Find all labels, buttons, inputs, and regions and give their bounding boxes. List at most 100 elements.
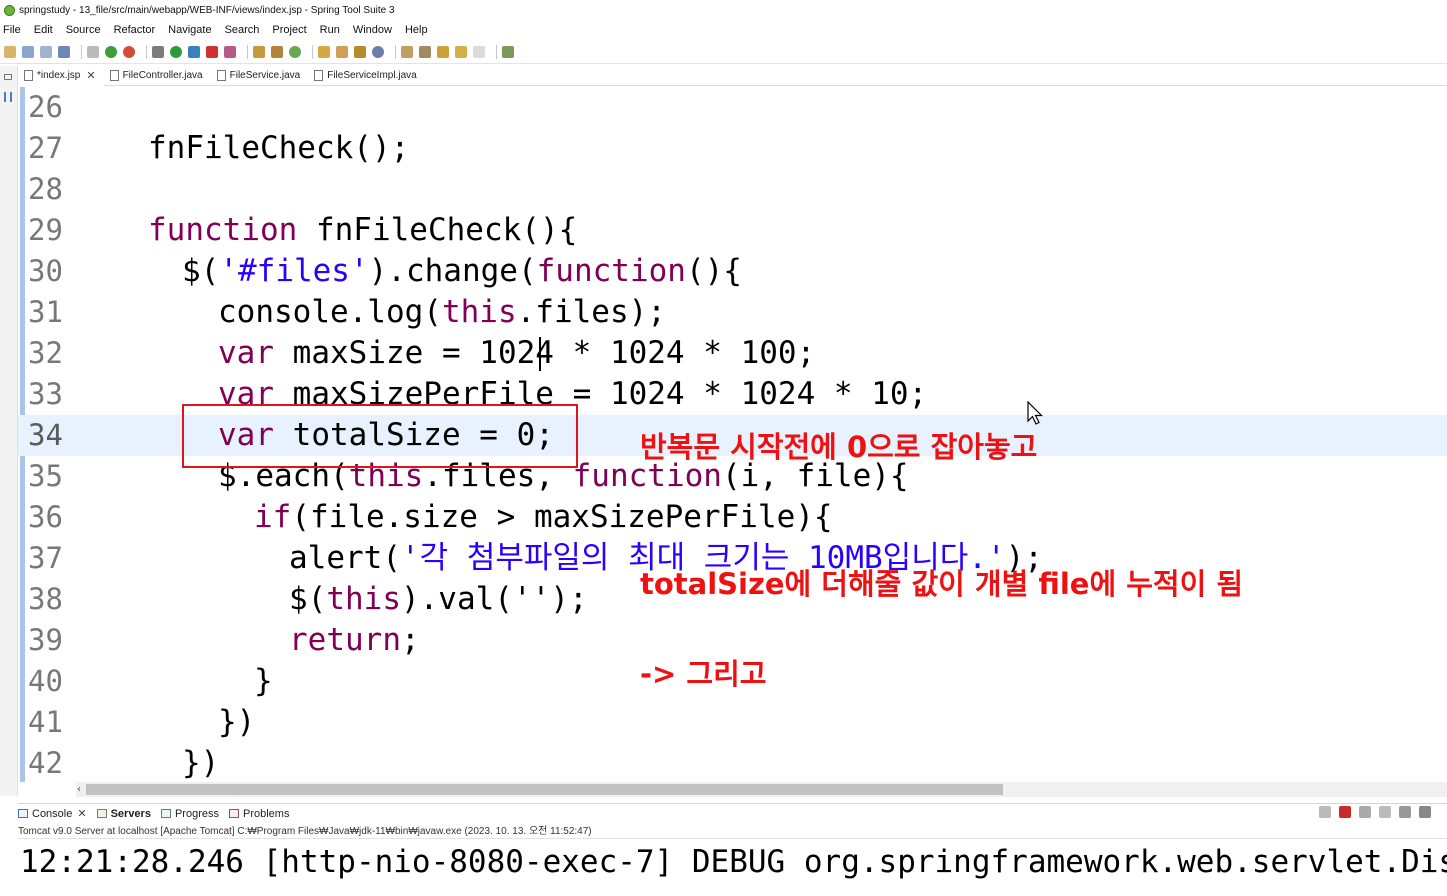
main-toolbar: [0, 40, 1447, 64]
run-icon[interactable]: [170, 45, 182, 58]
line-number: 42: [28, 746, 63, 780]
window-title: springstudy - 13_file/src/main/webapp/WE…: [19, 5, 395, 16]
line-number: 40: [28, 664, 63, 698]
toolbar-separator: [146, 44, 147, 59]
highlight-box: [182, 404, 578, 468]
new-spring-icon[interactable]: [289, 45, 301, 58]
tab-index-jsp[interactable]: *index.jsp ✕: [18, 65, 104, 86]
tab-label: Servers: [110, 807, 151, 820]
tab-fileservice-java[interactable]: FileService.java: [211, 66, 309, 86]
package-explorer-icon[interactable]: [4, 92, 12, 102]
back-icon[interactable]: [455, 45, 467, 58]
tab-label: Problems: [242, 807, 290, 820]
code-text: if(file.size > maxSizePerFile){: [254, 499, 833, 535]
code-text: return;: [289, 622, 420, 658]
annotation-note-3: -> 그리고: [640, 657, 767, 691]
pin-editor-icon[interactable]: [502, 45, 514, 58]
line-number: 36: [28, 500, 63, 534]
restart-server-icon[interactable]: [123, 45, 135, 58]
menu-project[interactable]: Project: [272, 24, 306, 36]
globe-icon[interactable]: [372, 45, 384, 58]
debug-icon[interactable]: [152, 45, 164, 58]
new-icon[interactable]: [4, 45, 16, 58]
forward-icon[interactable]: [473, 45, 485, 58]
spring-app-icon: [4, 5, 15, 16]
menu-navigate[interactable]: Navigate: [168, 24, 211, 36]
tab-console[interactable]: Console ✕: [18, 807, 87, 820]
tab-servers[interactable]: Servers: [96, 807, 151, 820]
menu-search[interactable]: Search: [225, 24, 260, 36]
line-number: 39: [28, 623, 63, 657]
open-task-icon[interactable]: [336, 45, 348, 58]
menu-file[interactable]: File: [3, 24, 21, 36]
remove-launch-icon[interactable]: [1359, 806, 1371, 818]
text-caret: [539, 337, 541, 371]
code-text: $('#files').change(function(){: [182, 253, 742, 289]
last-edit-icon[interactable]: [437, 45, 449, 58]
line-number: 31: [28, 295, 63, 329]
title-bar: springstudy - 13_file/src/main/webapp/WE…: [0, 0, 1447, 21]
restore-icon[interactable]: [4, 74, 12, 80]
new-package-icon[interactable]: [253, 45, 265, 58]
java-file-icon: [216, 70, 226, 81]
skip-breakpoints-icon[interactable]: [87, 45, 99, 58]
tab-progress[interactable]: Progress: [160, 808, 219, 820]
next-annotation-icon[interactable]: [401, 45, 413, 58]
jsp-file-icon: [24, 70, 33, 81]
menu-edit[interactable]: Edit: [34, 24, 53, 36]
code-line: 30 $('#files').change(function(){: [18, 251, 1447, 292]
clear-console-icon[interactable]: [1399, 806, 1411, 818]
menu-window[interactable]: Window: [353, 24, 392, 36]
external-tools-icon[interactable]: [188, 45, 200, 58]
search-icon[interactable]: [354, 45, 366, 58]
menu-run[interactable]: Run: [320, 24, 340, 36]
code-line: 36 if(file.size > maxSizePerFile){: [18, 497, 1447, 538]
line-number: 38: [28, 582, 63, 616]
terminate-icon[interactable]: [1339, 806, 1351, 818]
menu-source[interactable]: Source: [66, 24, 101, 36]
pin-console-icon[interactable]: [1319, 806, 1331, 818]
code-line: 42 }): [18, 743, 1447, 782]
close-icon[interactable]: ✕: [86, 69, 95, 82]
toolbar-separator: [312, 44, 313, 59]
line-number: 37: [28, 541, 63, 575]
toolbar-separator: [395, 44, 396, 59]
scrollbar-thumb[interactable]: [86, 784, 1003, 795]
tab-problems[interactable]: Problems: [228, 807, 290, 820]
left-trim-bar: [0, 66, 18, 796]
editor-horizontal-scrollbar[interactable]: ‹: [76, 782, 1447, 797]
code-line: 26: [18, 87, 1447, 128]
save-all-icon[interactable]: [40, 45, 52, 58]
stop-icon[interactable]: [206, 45, 218, 58]
console-toolbar: [1319, 806, 1439, 818]
code-line: 29 function fnFileCheck(){: [18, 210, 1447, 251]
mouse-pointer-icon: [1027, 401, 1043, 425]
print-icon[interactable]: [58, 45, 70, 58]
tab-label: Console: [32, 807, 73, 820]
line-number: 26: [28, 90, 63, 124]
coverage-icon[interactable]: [224, 45, 236, 58]
menu-refactor[interactable]: Refactor: [114, 24, 156, 36]
tab-fileserviceimpl-java[interactable]: FileServiceImpl.java: [308, 66, 424, 86]
previous-annotation-icon[interactable]: [419, 45, 431, 58]
save-icon[interactable]: [22, 45, 34, 58]
open-type-icon[interactable]: [318, 45, 330, 58]
start-server-icon[interactable]: [105, 45, 117, 58]
new-class-icon[interactable]: [271, 45, 283, 58]
line-number: 28: [28, 172, 63, 206]
code-line: 32 var maxSize = 1024 * 1024 * 100;: [18, 333, 1447, 374]
servers-icon: [96, 809, 107, 818]
code-text: fnFileCheck();: [148, 130, 410, 166]
line-number: 30: [28, 254, 63, 288]
scroll-lock-icon[interactable]: [1419, 806, 1431, 818]
close-icon[interactable]: ✕: [77, 807, 86, 820]
menu-help[interactable]: Help: [405, 24, 428, 36]
scroll-left-icon[interactable]: ‹: [77, 782, 81, 797]
remove-all-icon[interactable]: [1379, 806, 1391, 818]
toolbar-separator: [496, 44, 497, 59]
java-file-icon: [314, 70, 324, 81]
line-number: 33: [28, 377, 63, 411]
tab-filecontroller-java[interactable]: FileController.java: [104, 66, 211, 86]
console-output[interactable]: 12:21:28.246 [http-nio-8080-exec-7] DEBU…: [20, 840, 1447, 888]
line-number: 41: [28, 705, 63, 739]
